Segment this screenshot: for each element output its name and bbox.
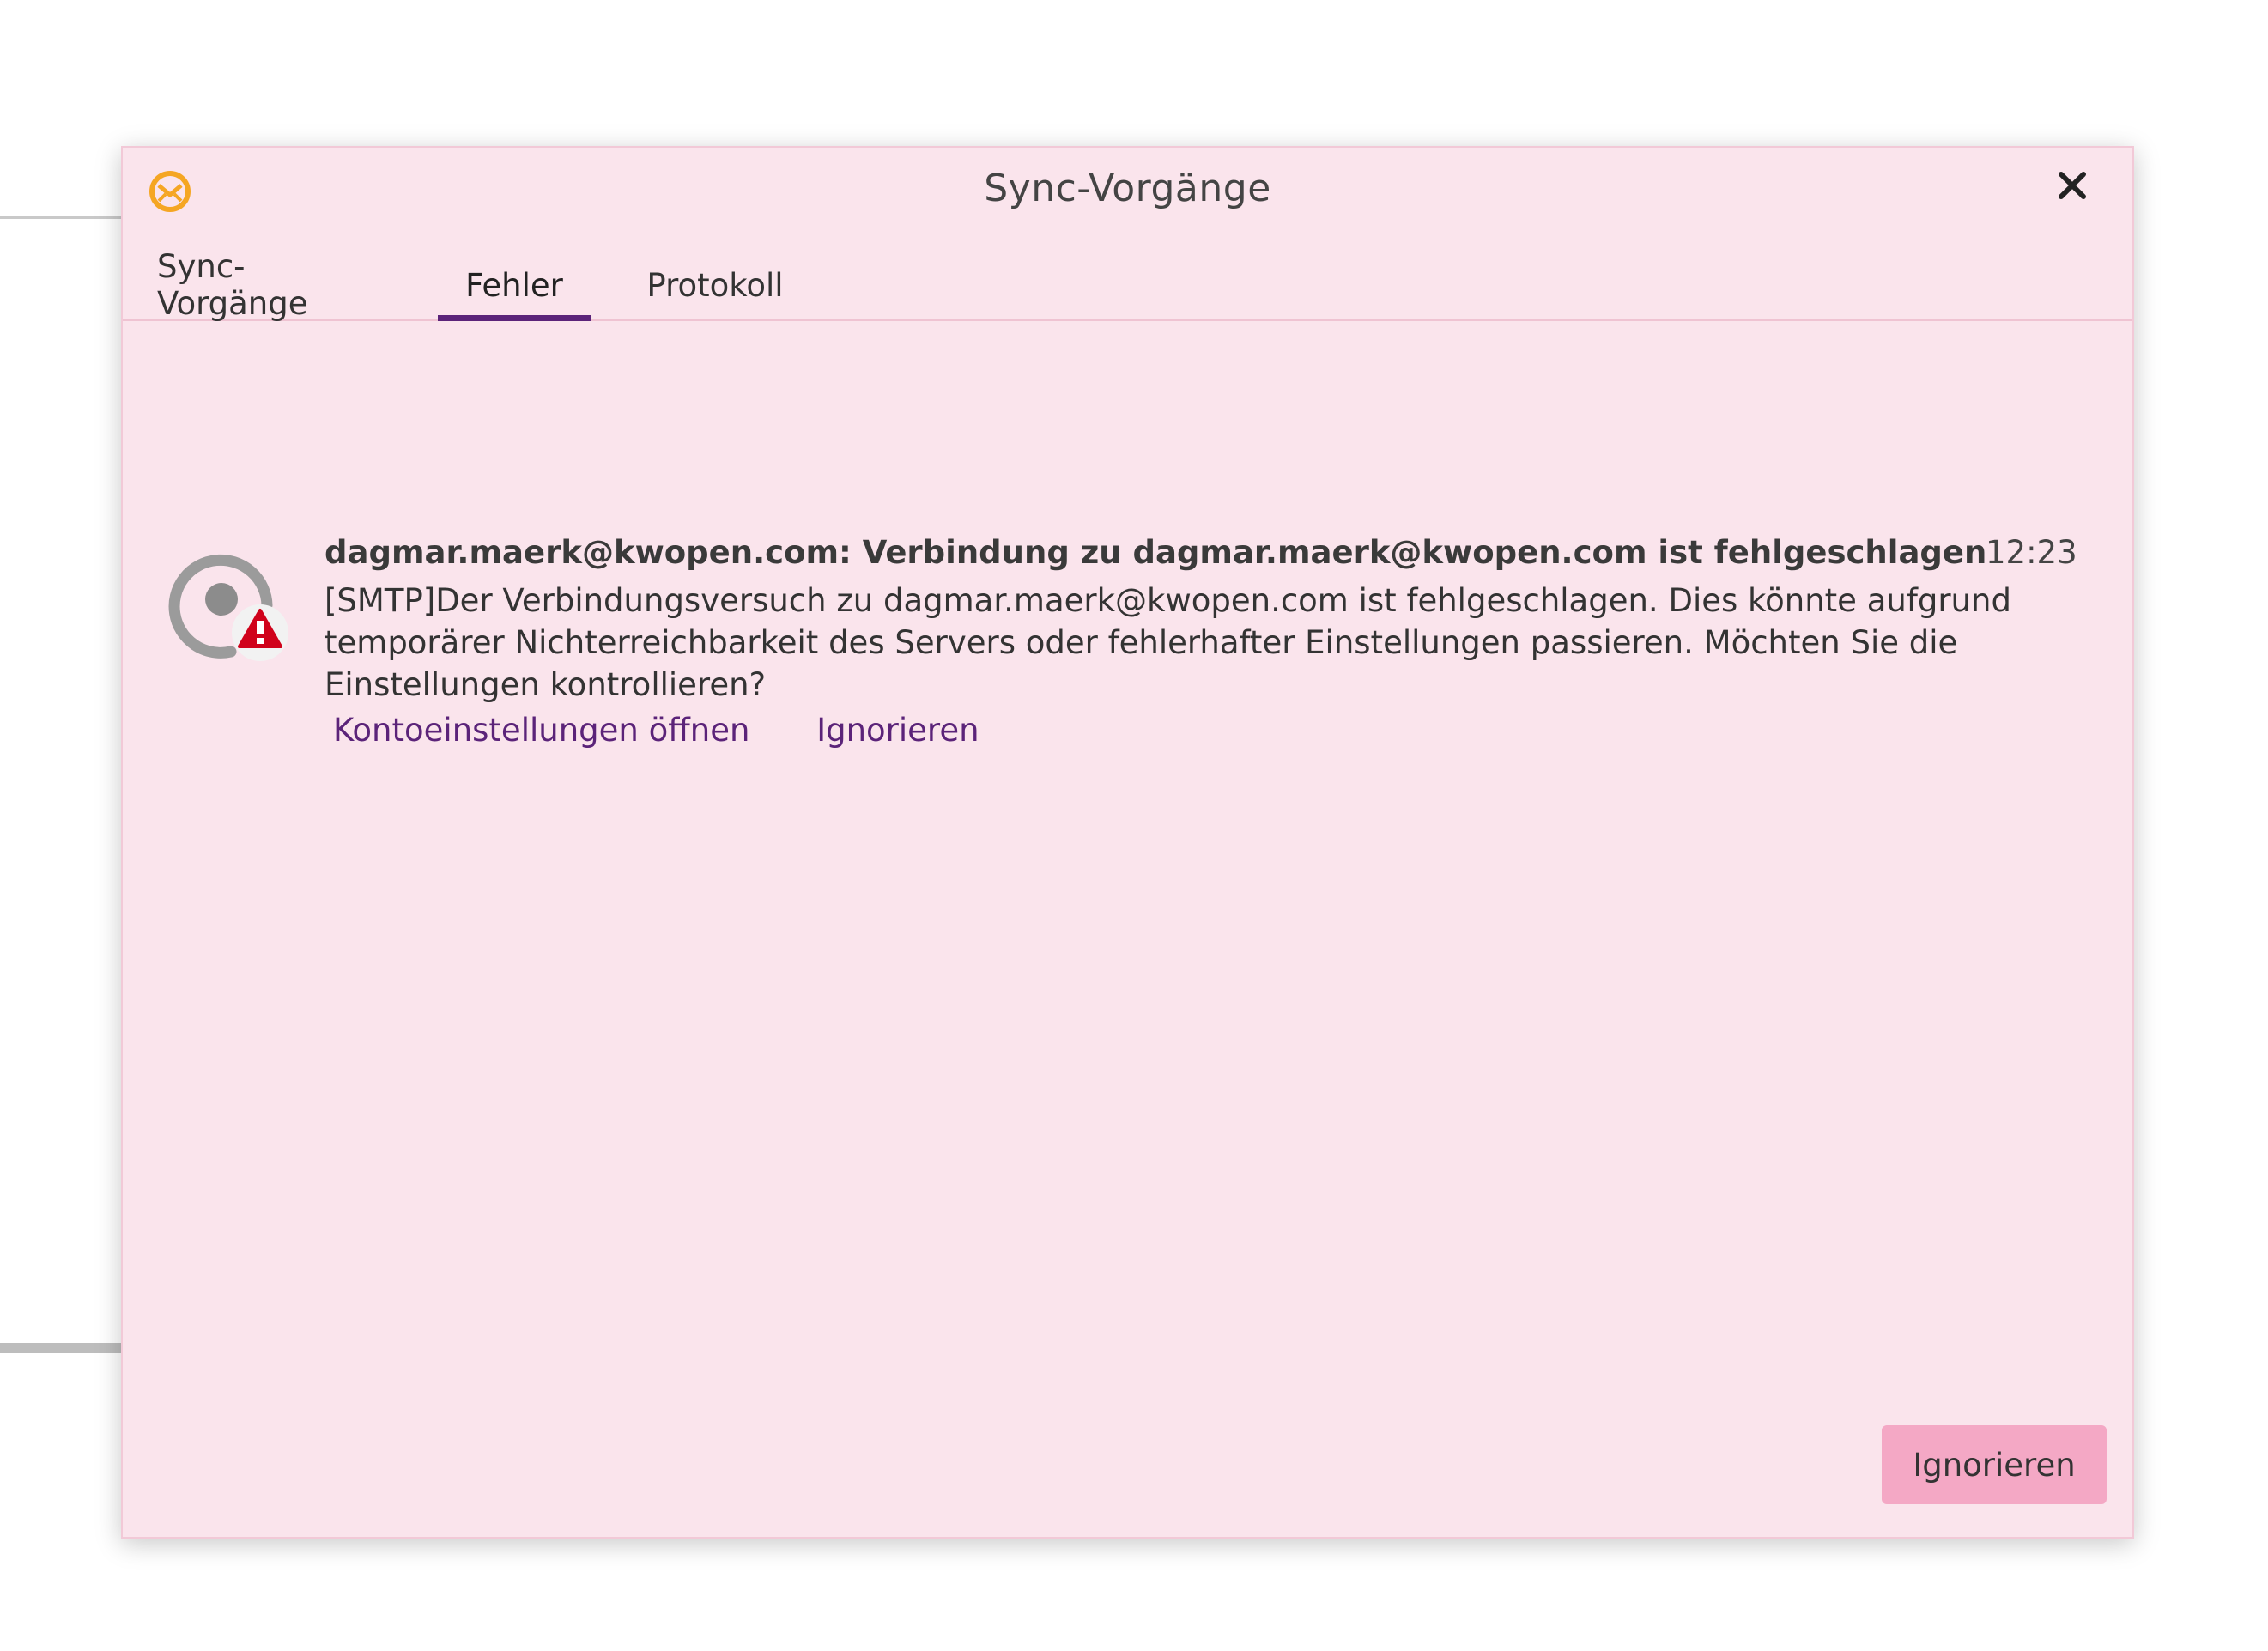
close-button[interactable] (2048, 163, 2096, 211)
sync-error-icon (166, 545, 294, 674)
ignore-button[interactable]: Ignorieren (1882, 1425, 2107, 1504)
open-account-settings-link[interactable]: Kontoeinstellungen öffnen (333, 712, 749, 749)
tab-sync-vorgaenge[interactable]: Sync-Vorgänge (157, 248, 380, 322)
background-divider-top (0, 216, 122, 219)
tab-protokoll[interactable]: Protokoll (608, 251, 822, 319)
background-divider-bottom (0, 1343, 122, 1353)
dialog-title: Sync-Vorgänge (984, 167, 1271, 210)
tab-bar: Sync-Vorgänge Fehler Protokoll (123, 248, 2132, 322)
close-icon (2057, 170, 2088, 204)
tab-fehler[interactable]: Fehler (438, 251, 591, 321)
error-actions: Kontoeinstellungen öffnen Ignorieren (333, 712, 979, 749)
ignore-error-link[interactable]: Ignorieren (816, 712, 979, 749)
error-timestamp: 12:23 (1986, 534, 2077, 571)
error-headline: dagmar.maerk@kwopen.com: Verbindung zu d… (324, 534, 1987, 571)
sync-dialog: Sync-Vorgänge Sync-Vorgänge Fehler Proto… (121, 146, 2134, 1539)
error-description: [SMTP]Der Verbindungsversuch zu dagmar.m… (324, 582, 2011, 703)
